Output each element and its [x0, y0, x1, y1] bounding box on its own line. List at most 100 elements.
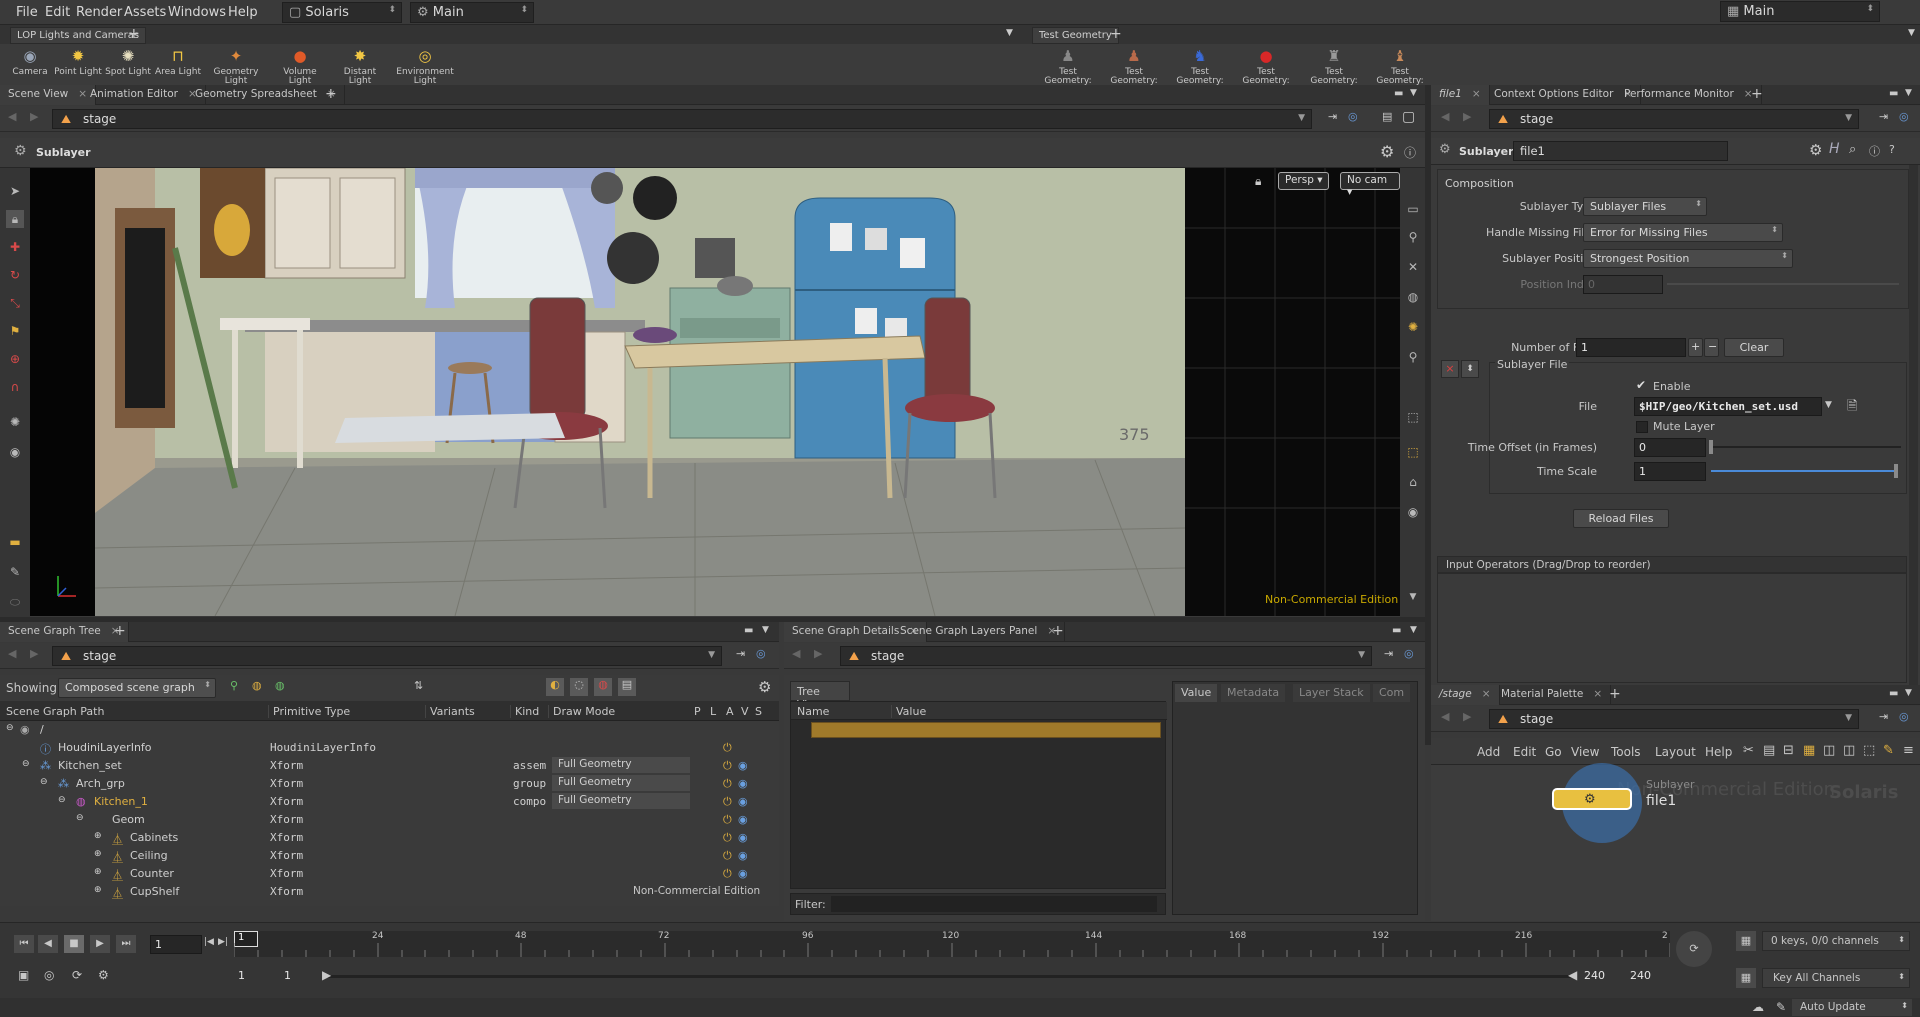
camera-tool-icon[interactable]: ◉ [6, 443, 24, 461]
sticky-note-icon[interactable]: ✎ [1883, 743, 1894, 758]
expand-icon[interactable]: ⊕ [94, 867, 102, 877]
play-icon[interactable]: ▶ [90, 935, 110, 953]
expand-icon[interactable]: ⊕ [94, 885, 102, 895]
tree-row[interactable]: ⓘ HoudiniLayerInfo HoudiniLayerInfo ⏻ [0, 739, 779, 757]
network-menu-help[interactable]: Help [1705, 745, 1732, 759]
range-start-handle[interactable]: ▶ [322, 968, 331, 982]
active-icon[interactable]: ⏻ [723, 795, 732, 809]
tab-file1[interactable]: file1 × [1431, 85, 1490, 105]
tab-stage-network[interactable]: /stage × [1431, 685, 1500, 705]
col-draw-mode[interactable]: Draw Mode [548, 705, 615, 718]
pin-icon[interactable]: ⇥ [1384, 647, 1393, 660]
pane-menu-icon[interactable]: ▼ [1905, 688, 1912, 698]
persp-menu[interactable]: Persp ▾ [1278, 172, 1330, 190]
camera-menu[interactable]: No cam ▾ [1340, 172, 1400, 198]
prev-key-icon[interactable]: |◀ [204, 937, 214, 947]
time-scale-handle[interactable] [1894, 464, 1898, 478]
tool-area-light[interactable]: ⊓ Area Light [150, 46, 206, 77]
back-icon[interactable]: ◀ [792, 647, 800, 660]
tree-view-tab[interactable]: Tree View [790, 681, 850, 711]
menu-render[interactable]: Render [76, 5, 122, 20]
range-start2-field[interactable]: 1 [280, 967, 320, 986]
magnet-icon[interactable]: ∩ [6, 378, 24, 396]
maximize-icon[interactable]: ▬ [744, 625, 753, 636]
input-operators-list[interactable] [1437, 573, 1907, 683]
active-icon[interactable]: ⏻ [723, 849, 732, 863]
active-icon[interactable]: ⏻ [723, 831, 732, 845]
shelf-tab-test-geometry[interactable]: Test Geometry [1032, 27, 1119, 44]
maximize-icon[interactable]: ▬ [1889, 688, 1898, 699]
collapse-icon[interactable]: ⊖ [40, 777, 48, 787]
add-tab-icon[interactable]: + [1052, 623, 1064, 639]
link-icon[interactable]: ◎ [1404, 647, 1414, 660]
forward-icon[interactable]: ▶ [30, 647, 38, 660]
expand-icon[interactable]: ⊕ [94, 831, 102, 841]
time-offset-slider[interactable] [1709, 446, 1901, 448]
pane-menu-icon[interactable]: ▼ [762, 625, 769, 635]
link-icon[interactable]: ◎ [756, 647, 766, 660]
col-kind[interactable]: Kind [510, 705, 539, 718]
pin-icon[interactable]: ⇥ [1328, 110, 1337, 123]
add-tab-icon[interactable]: + [114, 623, 126, 639]
step-forward-icon[interactable]: ⏭ [116, 935, 136, 953]
tab-scene-graph-layers[interactable]: Scene Graph Layers Panel × [892, 622, 1066, 642]
visible-icon[interactable]: ◉ [738, 831, 748, 844]
remove-instance-icon[interactable]: × [1441, 360, 1459, 378]
visible-icon[interactable]: ◉ [738, 759, 748, 772]
viewport[interactable]: 375 Non-Commercial Edition 🔒︎ Persp ▾ No… [95, 168, 1400, 616]
scale-tool-icon[interactable]: ⤡ [6, 294, 24, 312]
add-tab-icon[interactable]: + [325, 86, 337, 102]
input-operators-header[interactable]: Input Operators (Drag/Drop to reorder) [1437, 556, 1907, 573]
collapse-icon[interactable]: ⊖ [58, 795, 66, 805]
tree-row[interactable]: ⊖ Geom Xform ⏻ ◉ [0, 811, 779, 829]
scene-graph-path-field[interactable]: ⛰ stage ▼ [52, 646, 722, 666]
col-a[interactable]: A [726, 705, 734, 718]
sublayer-position-menu[interactable]: Strongest Position ⬍ [1583, 249, 1793, 268]
position-index-slider[interactable] [1667, 283, 1899, 285]
timeline-ruler[interactable]: 1 24 48 72 96 120 144 168 192 216 2 [234, 931, 1670, 957]
shadow-icon[interactable]: ⚲ [1404, 348, 1422, 366]
viewer-path-field[interactable]: ⛰ stage ▼ [52, 109, 1312, 129]
add-shelf-tab-icon[interactable]: + [1110, 26, 1122, 42]
active-icon[interactable]: ⏻ [723, 813, 732, 827]
pin-icon[interactable]: ⇥ [1879, 110, 1888, 123]
help-icon[interactable]: ? [1889, 143, 1895, 156]
col-l[interactable]: L [710, 705, 716, 718]
link-icon[interactable]: ◎ [1348, 110, 1358, 123]
add-shelf-tab-icon[interactable]: + [128, 26, 140, 42]
tree-row[interactable]: ⊕ ⏅ Ceiling Xform ⏻ ◉ [0, 847, 779, 865]
menu-windows[interactable]: Windows [168, 5, 226, 20]
tree-row[interactable]: ⊕ ⏅ Cabinets Xform ⏻ ◉ [0, 829, 779, 847]
time-scale-slider[interactable] [1711, 470, 1897, 472]
snap-tool-icon[interactable]: ⊕ [6, 350, 24, 368]
tool-geometry-light[interactable]: ✦ Geometry Light [208, 46, 264, 86]
more-icon[interactable]: ≡ [1903, 743, 1914, 758]
context-select[interactable]: ⚙ Main ⬍ [410, 2, 534, 23]
remove-file-button[interactable]: − [1704, 338, 1719, 357]
houdini-icon[interactable]: H [1829, 141, 1840, 157]
mute-layer-checkbox[interactable] [1636, 421, 1648, 433]
list-view-icon[interactable]: ▤ [1763, 743, 1775, 758]
details-selected-row[interactable] [811, 722, 1161, 738]
gear-icon[interactable]: ⚙ [1809, 141, 1822, 159]
range-end-handle[interactable]: ◀ [1568, 968, 1577, 982]
sublayer-type-menu[interactable]: Sublayer Files ⬍ [1583, 197, 1707, 216]
toolbar-collapse-icon[interactable]: ▼ [1404, 588, 1422, 606]
layout-icon[interactable]: ◫ [1823, 743, 1835, 758]
handle-tool-icon[interactable]: ⚑ [6, 322, 24, 340]
network-menu-add[interactable]: Add [1477, 745, 1500, 759]
realtime-icon[interactable]: ▣ [18, 968, 29, 982]
gear-icon[interactable]: ⚙ [1380, 142, 1394, 161]
tool-volume-light[interactable]: ● Volume Light [272, 46, 328, 86]
auto-update-menu[interactable]: Auto Update ⬍ [1792, 999, 1912, 1016]
help-icon[interactable]: ⓘ [1404, 144, 1416, 161]
col-v[interactable]: V [741, 705, 749, 718]
handle-missing-menu[interactable]: Error for Missing Files ⬍ [1583, 223, 1783, 242]
menu-help[interactable]: Help [228, 5, 258, 20]
collapse-icon[interactable]: ⊖ [76, 813, 84, 823]
tab-scene-graph-tree[interactable]: Scene Graph Tree × [0, 622, 129, 642]
sort-icon[interactable]: ⇅ [414, 679, 423, 692]
tree-row[interactable]: ⊕ ⏅ CupShelf Xform Non-Commercial Edition [0, 883, 779, 901]
pin-icon[interactable]: ⇥ [1879, 710, 1888, 723]
close-icon[interactable]: × [1593, 688, 1602, 700]
